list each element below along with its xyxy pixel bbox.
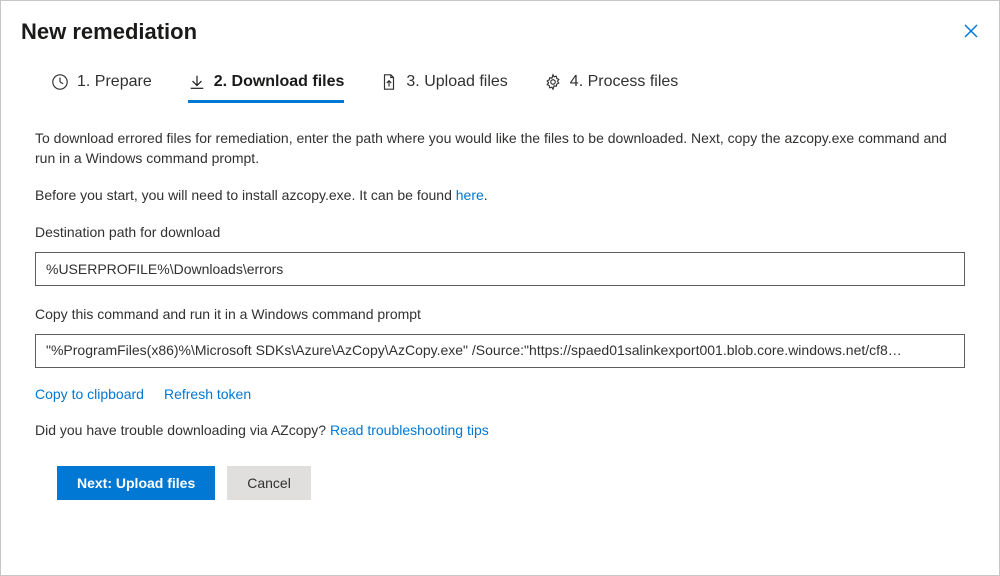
tab-upload-label: 3. Upload files <box>406 73 507 91</box>
upload-file-icon <box>380 73 398 91</box>
tab-content: To download errored files for remediatio… <box>21 129 969 500</box>
tab-process-label: 4. Process files <box>570 73 678 91</box>
panel-header: New remediation <box>21 19 969 45</box>
clock-icon <box>51 73 69 91</box>
tab-prepare-label: 1. Prepare <box>77 73 152 91</box>
download-icon <box>188 73 206 91</box>
remediation-panel: New remediation 1. Prepare 2. Download f… <box>0 0 1000 576</box>
cancel-button[interactable]: Cancel <box>227 466 311 500</box>
wizard-buttons: Next: Upload files Cancel <box>57 466 965 500</box>
destination-path-input[interactable] <box>35 252 965 286</box>
close-icon <box>963 23 979 39</box>
install-note-suffix: . <box>484 187 488 203</box>
troubleshoot-text: Did you have trouble downloading via AZc… <box>35 422 965 438</box>
troubleshoot-link[interactable]: Read troubleshooting tips <box>330 422 489 438</box>
intro-text: To download errored files for remediatio… <box>35 129 965 168</box>
install-here-link[interactable]: here <box>456 187 484 203</box>
destination-path-label: Destination path for download <box>35 224 965 240</box>
install-note: Before you start, you will need to insta… <box>35 186 965 206</box>
tab-download-label: 2. Download files <box>214 73 345 91</box>
panel-title: New remediation <box>21 19 197 45</box>
troubleshoot-prefix: Did you have trouble downloading via AZc… <box>35 422 330 438</box>
command-label: Copy this command and run it in a Window… <box>35 306 965 322</box>
next-button[interactable]: Next: Upload files <box>57 466 215 500</box>
tab-download-files[interactable]: 2. Download files <box>188 73 345 103</box>
wizard-tabs: 1. Prepare 2. Download files 3. Upload f… <box>51 73 969 103</box>
close-button[interactable] <box>959 19 983 46</box>
command-actions: Copy to clipboard Refresh token <box>35 386 965 402</box>
copy-to-clipboard-link[interactable]: Copy to clipboard <box>35 386 144 402</box>
tab-process-files[interactable]: 4. Process files <box>544 73 678 103</box>
tab-prepare[interactable]: 1. Prepare <box>51 73 152 103</box>
gear-icon <box>544 73 562 91</box>
tab-upload-files[interactable]: 3. Upload files <box>380 73 507 103</box>
install-note-prefix: Before you start, you will need to insta… <box>35 187 456 203</box>
refresh-token-link[interactable]: Refresh token <box>164 386 251 402</box>
command-output[interactable]: "%ProgramFiles(x86)%\Microsoft SDKs\Azur… <box>35 334 965 368</box>
